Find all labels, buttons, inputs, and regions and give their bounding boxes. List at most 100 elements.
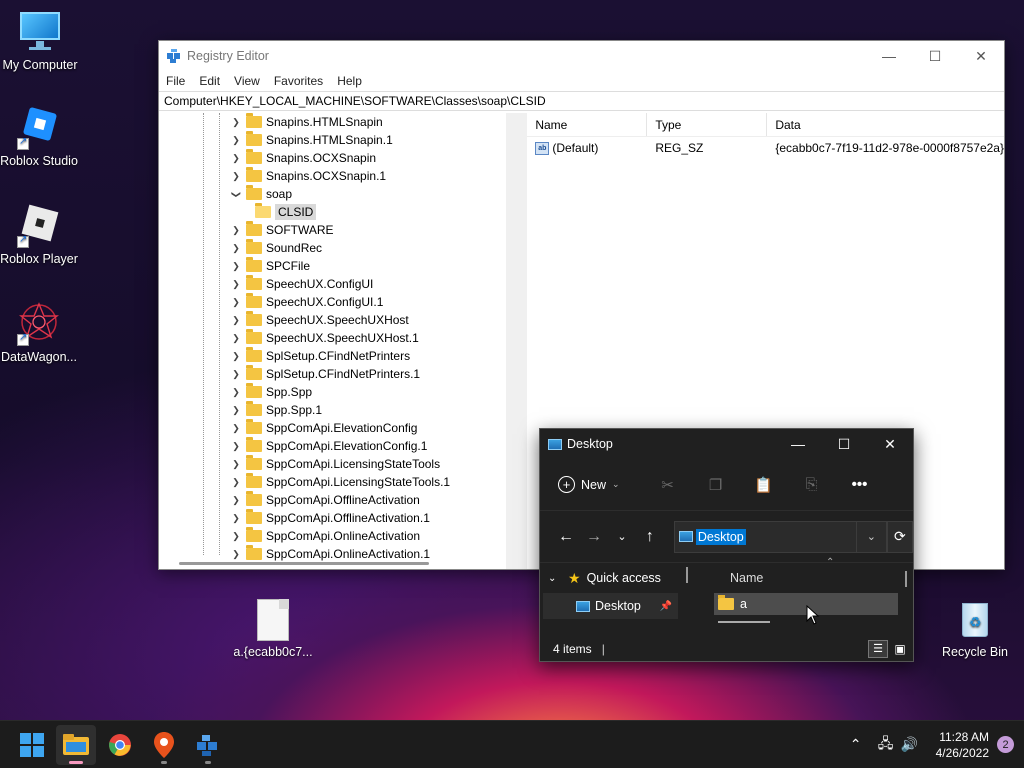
file-list-scrollbar[interactable]: [905, 571, 907, 587]
tree-item[interactable]: ❯ Snapins.HTMLSnapin.1: [229, 131, 393, 149]
desktop-icon-recycle-bin[interactable]: ♻ Recycle Bin: [935, 597, 1015, 659]
menu-edit[interactable]: Edit: [199, 74, 220, 88]
tree-item[interactable]: ❯ SppComApi.LicensingStateTools.1: [229, 473, 450, 491]
chevron-right-icon[interactable]: ❯: [229, 333, 243, 344]
tree-item[interactable]: ❯ SppComApi.LicensingStateTools: [229, 455, 440, 473]
chevron-right-icon[interactable]: ❯: [229, 369, 243, 380]
tree-item[interactable]: ❯ Spp.Spp: [229, 383, 312, 401]
clock[interactable]: 11:28 AM 4/26/2022: [936, 729, 989, 761]
tree-item[interactable]: ❯ SppComApi.OfflineActivation: [229, 491, 420, 509]
show-hidden-icons-chevron-icon[interactable]: ⌃: [844, 736, 868, 753]
tree-item[interactable]: ❯ SpeechUX.ConfigUI: [229, 275, 373, 293]
minimize-button[interactable]: —: [866, 41, 912, 71]
tree-item[interactable]: ❯ SppComApi.OnlineActivation.1: [229, 545, 430, 563]
notification-badge[interactable]: 2: [997, 736, 1014, 753]
tree-item[interactable]: ❯ Spp.Spp.1: [229, 401, 322, 419]
paste-icon[interactable]: 📋: [740, 476, 788, 494]
horizontal-scrollbar[interactable]: [179, 562, 429, 565]
chevron-right-icon[interactable]: ❯: [229, 261, 243, 272]
chevron-right-icon[interactable]: ❯: [229, 315, 243, 326]
tree-item[interactable]: ❯ SppComApi.ElevationConfig.1: [229, 437, 427, 455]
nav-item-desktop[interactable]: Desktop 📌: [543, 593, 678, 619]
tree-item[interactable]: ❯ SpeechUX.SpeechUXHost.1: [229, 329, 419, 347]
tree-item[interactable]: ❯ SppComApi.ElevationConfig: [229, 419, 417, 437]
chevron-right-icon[interactable]: ❯: [229, 171, 243, 182]
recent-locations-chevron-icon[interactable]: ⌄: [608, 530, 636, 543]
tree-item[interactable]: ❯ Snapins.OCXSnapin: [229, 149, 376, 167]
column-name[interactable]: Name: [527, 113, 648, 136]
column-header-name[interactable]: Name: [690, 563, 913, 593]
chevron-right-icon[interactable]: ❯: [229, 405, 243, 416]
volume-icon[interactable]: 🔊: [898, 736, 922, 753]
taskbar-maps-app[interactable]: [144, 725, 184, 765]
tree-item[interactable]: ❯ Snapins.OCXSnapin.1: [229, 167, 386, 185]
more-options-icon[interactable]: •••: [836, 476, 884, 493]
start-button[interactable]: [12, 725, 52, 765]
menu-help[interactable]: Help: [337, 74, 362, 88]
cut-icon[interactable]: ✂: [644, 476, 692, 494]
chevron-right-icon[interactable]: ❯: [229, 423, 243, 434]
tiles-view-icon[interactable]: ▣: [891, 640, 909, 658]
desktop-icon-my-computer[interactable]: My Computer: [0, 10, 80, 72]
nav-scrollbar[interactable]: [686, 567, 688, 583]
chevron-right-icon[interactable]: ❯: [229, 153, 243, 164]
address-bar[interactable]: Computer\HKEY_LOCAL_MACHINE\SOFTWARE\Cla…: [159, 91, 1004, 111]
chevron-right-icon[interactable]: ❯: [229, 549, 243, 560]
chevron-right-icon[interactable]: ❯: [229, 531, 243, 542]
close-button[interactable]: ✕: [867, 429, 913, 459]
tree-item[interactable]: ❯ SOFTWARE: [229, 221, 334, 239]
chevron-right-icon[interactable]: ❯: [229, 441, 243, 452]
maximize-button[interactable]: ☐: [821, 429, 867, 459]
menu-view[interactable]: View: [234, 74, 260, 88]
chevron-right-icon[interactable]: ❯: [229, 387, 243, 398]
chevron-right-icon[interactable]: ❯: [229, 243, 243, 254]
quick-access-item[interactable]: ⌄ ★ Quick access: [540, 563, 690, 593]
back-arrow-icon[interactable]: ←: [552, 528, 580, 546]
column-type[interactable]: Type: [647, 113, 768, 136]
chevron-right-icon[interactable]: ❯: [229, 495, 243, 506]
tree-item[interactable]: ❯ SplSetup.CFindNetPrinters: [229, 347, 410, 365]
chevron-right-icon[interactable]: ❯: [229, 477, 243, 488]
chevron-right-icon[interactable]: ❯: [229, 117, 243, 128]
close-button[interactable]: ✕: [958, 41, 1004, 71]
menu-favorites[interactable]: Favorites: [274, 74, 323, 88]
copy-icon[interactable]: ❐: [692, 476, 740, 494]
up-arrow-icon[interactable]: ↑: [636, 528, 664, 546]
forward-arrow-icon[interactable]: →: [580, 528, 608, 546]
rename-icon[interactable]: ⎘: [788, 476, 836, 493]
new-button[interactable]: + New ⌄: [558, 476, 620, 493]
minimize-button[interactable]: —: [775, 429, 821, 459]
refresh-icon[interactable]: ⟳: [886, 520, 914, 553]
column-data[interactable]: Data: [767, 113, 1004, 136]
chevron-down-icon[interactable]: ⌄: [548, 573, 564, 584]
value-row[interactable]: ab (Default) REG_SZ {ecabb0c7-7f19-11d2-…: [527, 137, 1004, 159]
desktop-icon-datawagon[interactable]: DataWagon...: [0, 302, 79, 364]
tree-item[interactable]: ❯ SpeechUX.SpeechUXHost: [229, 311, 409, 329]
vertical-scrollbar[interactable]: [506, 113, 524, 569]
taskbar-chrome[interactable]: [100, 725, 140, 765]
desktop-icon-roblox-player[interactable]: Roblox Player: [0, 204, 79, 266]
chevron-right-icon[interactable]: ❯: [229, 279, 243, 290]
chevron-right-icon[interactable]: ❯: [229, 135, 243, 146]
tree-item[interactable]: ❯ SppComApi.OfflineActivation.1: [229, 509, 430, 527]
chevron-right-icon[interactable]: ❯: [229, 351, 243, 362]
network-icon[interactable]: 🖧: [874, 733, 898, 757]
tree-item[interactable]: ❯ SppComApi.OnlineActivation: [229, 527, 420, 545]
details-view-icon[interactable]: ☰: [868, 639, 888, 658]
chevron-right-icon[interactable]: ❯: [229, 513, 243, 524]
tree-item[interactable]: ❯ SplSetup.CFindNetPrinters.1: [229, 365, 420, 383]
desktop-icon-file-a[interactable]: a.{ecabb0c7...: [233, 597, 313, 659]
tree-item[interactable]: ❯ SPCFile: [229, 257, 310, 275]
chevron-right-icon[interactable]: ❯: [229, 225, 243, 236]
chevron-right-icon[interactable]: ❯: [229, 297, 243, 308]
desktop-icon-roblox-studio[interactable]: Roblox Studio: [0, 106, 79, 168]
chevron-down-icon[interactable]: ❯: [231, 187, 242, 201]
tree-item[interactable]: ❯ SpeechUX.ConfigUI.1: [229, 293, 383, 311]
tree-item-soap[interactable]: ❯ soap: [229, 185, 292, 203]
tree-item-clsid[interactable]: CLSID: [246, 203, 317, 221]
taskbar-file-explorer[interactable]: [56, 724, 96, 765]
taskbar-registry-editor[interactable]: [188, 725, 228, 765]
chevron-right-icon[interactable]: ❯: [229, 459, 243, 470]
tree-item[interactable]: ❯ Snapins.HTMLSnapin: [229, 113, 383, 131]
menu-file[interactable]: File: [166, 74, 185, 88]
